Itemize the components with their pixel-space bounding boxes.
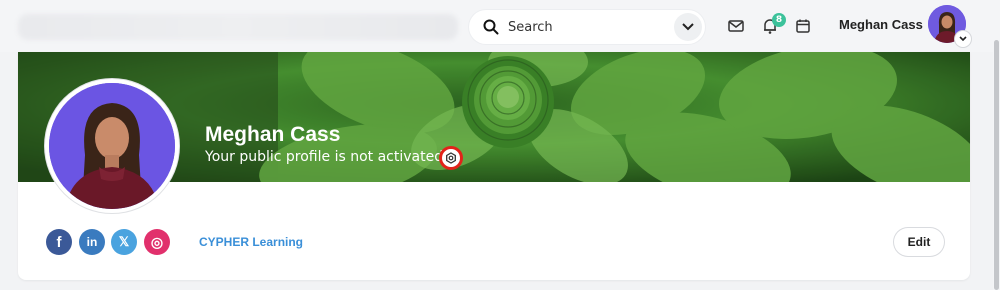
chevron-down-icon	[959, 36, 967, 42]
calendar-icon[interactable]	[794, 17, 812, 35]
linkedin-icon: in	[86, 235, 98, 249]
x-link[interactable]: 𝕏	[111, 229, 137, 255]
profile-name: Meghan Cass	[205, 123, 341, 146]
blurred-breadcrumb	[18, 14, 458, 40]
scrollbar-thumb[interactable]	[994, 40, 999, 290]
profile-photo	[49, 83, 175, 209]
search-icon	[483, 19, 499, 35]
profile-status-text: Your public profile is not activated	[205, 149, 444, 165]
profile-settings-button[interactable]	[439, 146, 463, 170]
search-box[interactable]: Search	[469, 10, 705, 44]
gear-icon	[446, 152, 456, 164]
mail-icon[interactable]	[727, 17, 745, 35]
notification-badge: 8	[772, 13, 786, 27]
search-input[interactable]: Search	[508, 20, 674, 35]
facebook-icon: f	[56, 233, 62, 251]
instagram-link[interactable]: ◎	[144, 229, 170, 255]
user-menu-caret[interactable]	[955, 31, 971, 47]
instagram-icon: ◎	[150, 233, 164, 250]
linkedin-link[interactable]: in	[79, 229, 105, 255]
facebook-link[interactable]: f	[46, 229, 72, 255]
user-menu-name[interactable]: Meghan Cass	[839, 17, 923, 32]
x-icon: 𝕏	[118, 234, 130, 249]
edit-profile-button[interactable]: Edit	[894, 228, 944, 256]
profile-avatar[interactable]	[45, 79, 179, 213]
organization-link[interactable]: CYPHER Learning	[199, 235, 303, 249]
search-scope-dropdown[interactable]	[674, 13, 702, 41]
chevron-down-icon	[682, 23, 694, 31]
